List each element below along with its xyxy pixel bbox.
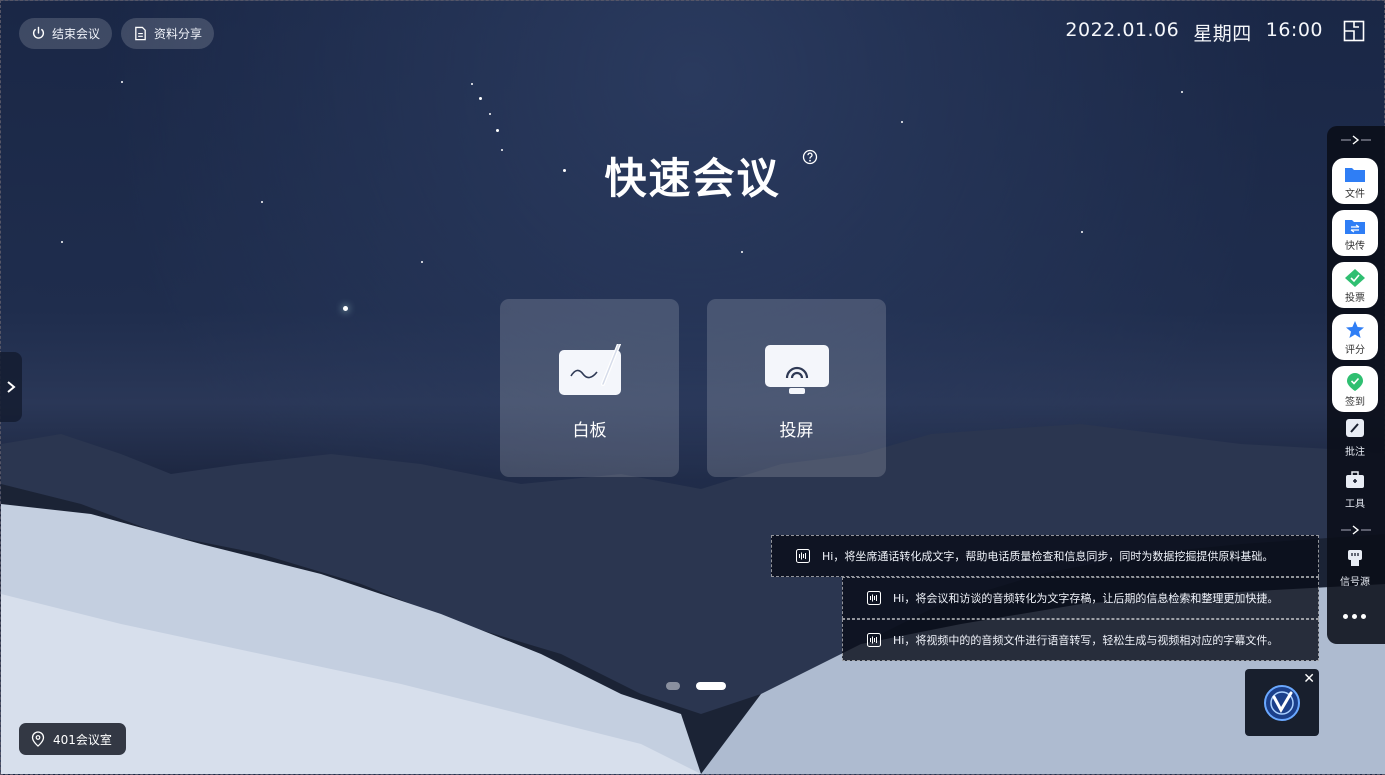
- sidebar-item-label: 签到: [1345, 397, 1365, 408]
- sidebar-item-checkin[interactable]: 签到: [1332, 366, 1378, 412]
- sidebar-item-tools[interactable]: 工具: [1332, 466, 1378, 510]
- voice-assistant-widget[interactable]: ✕: [1245, 669, 1319, 736]
- share-material-button[interactable]: 资料分享: [121, 18, 215, 49]
- transfer-folder-icon: [1345, 220, 1365, 234]
- sidebar-item-vote[interactable]: 投票: [1332, 262, 1378, 308]
- check-in-icon: [1347, 373, 1363, 391]
- sidebar-item-file[interactable]: 文件: [1332, 158, 1378, 204]
- datetime-display: 2022.01.06 星期四 16:00: [1065, 19, 1323, 46]
- page-dot[interactable]: [666, 682, 680, 690]
- sidebar-item-annotate[interactable]: 批注: [1332, 414, 1378, 458]
- sidebar-item-rating[interactable]: 评分: [1332, 314, 1378, 360]
- document-icon: [135, 26, 146, 41]
- section-arrow-icon: [1341, 525, 1371, 535]
- whiteboard-label: 白板: [572, 421, 607, 441]
- page-indicator: [666, 682, 726, 690]
- ai-tip-3[interactable]: Hi，将视频中的的音频文件进行语音转写，轻松生成与视频相对应的字幕文件。: [842, 619, 1319, 661]
- star-icon: [1346, 321, 1364, 338]
- sidebar-item-label: 评分: [1345, 345, 1365, 356]
- more-options-button[interactable]: [1343, 614, 1366, 619]
- time-text: 16:00: [1265, 19, 1323, 41]
- whiteboard-card[interactable]: 白板: [500, 299, 679, 477]
- sidebar-item-transfer[interactable]: 快传: [1332, 210, 1378, 256]
- help-icon[interactable]: [802, 149, 818, 165]
- end-meeting-label: 结束会议: [52, 27, 101, 41]
- assistant-logo-icon: [1264, 684, 1300, 721]
- audio-wave-icon: [796, 549, 810, 563]
- sidebar-item-signal-source[interactable]: 信号源: [1332, 544, 1378, 588]
- tip-text: Hi，将会议和访谈的音频转化为文字存稿，让后期的信息检索和整理更加快捷。: [893, 592, 1279, 605]
- sidebar-item-label: 文件: [1345, 189, 1365, 200]
- toolbox-icon: [1346, 471, 1364, 488]
- vote-icon: [1345, 269, 1365, 287]
- audio-wave-icon: [867, 591, 881, 605]
- room-name: 401会议室: [53, 732, 112, 747]
- audio-wave-icon: [867, 633, 881, 647]
- power-icon: [32, 26, 45, 39]
- date-text: 2022.01.06: [1065, 19, 1180, 41]
- weekday-text: 星期四: [1193, 23, 1252, 45]
- sidebar-item-label: 工具: [1345, 499, 1365, 510]
- screen-cast-card[interactable]: 投屏: [707, 299, 886, 477]
- screen-cast-label: 投屏: [779, 421, 814, 441]
- page-dot-active[interactable]: [696, 682, 726, 690]
- end-meeting-button[interactable]: 结束会议: [19, 18, 113, 49]
- page-title: 快速会议: [604, 154, 781, 203]
- annotate-icon: [1346, 419, 1364, 437]
- ai-tip-2[interactable]: Hi，将会议和访谈的音频转化为文字存稿，让后期的信息检索和整理更加快捷。: [842, 577, 1319, 619]
- tip-text: Hi，将视频中的的音频文件进行语音转写，轻松生成与视频相对应的字幕文件。: [893, 634, 1279, 647]
- screen-cast-icon: [764, 345, 829, 394]
- right-toolbar: 文件 快传 投票 评分 签到 批注 工具 信号源: [1327, 126, 1385, 644]
- location-pin-icon: [31, 731, 45, 747]
- whiteboard-icon: [558, 344, 621, 395]
- chevron-right-icon: [7, 381, 16, 393]
- share-material-label: 资料分享: [154, 27, 203, 41]
- folder-icon: [1345, 168, 1365, 182]
- close-icon[interactable]: ✕: [1303, 671, 1315, 687]
- signal-source-icon: [1348, 550, 1362, 566]
- sidebar-item-label: 信号源: [1340, 577, 1370, 588]
- tip-text: Hi，将坐席通话转化成文字，帮助电话质量检查和信息同步，同时为数据挖掘提供原料基…: [822, 550, 1274, 563]
- collapse-arrow-icon[interactable]: [1341, 134, 1371, 146]
- screen-layout-icon[interactable]: [1343, 20, 1365, 42]
- sidebar-item-label: 批注: [1345, 447, 1365, 458]
- sidebar-item-label: 投票: [1345, 293, 1365, 304]
- sidebar-item-label: 快传: [1345, 241, 1365, 252]
- left-panel-toggle[interactable]: [0, 352, 22, 422]
- room-location-badge: 401会议室: [19, 723, 126, 755]
- ai-tip-1[interactable]: Hi，将坐席通话转化成文字，帮助电话质量检查和信息同步，同时为数据挖掘提供原料基…: [771, 535, 1319, 577]
